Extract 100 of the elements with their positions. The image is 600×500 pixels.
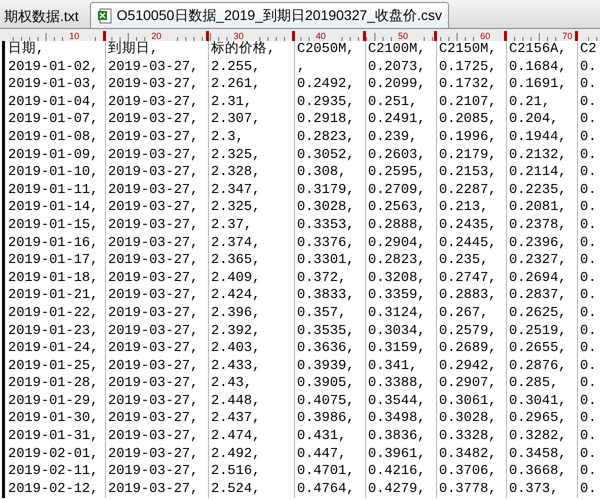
table-cell: 2019-03-27, [108,234,198,252]
table-cell: 0. [580,252,596,270]
table-cell: 0.4279, [368,480,426,498]
file-tab[interactable]: 期权数据.txt [0,4,86,28]
table-cell: 0.2579, [439,322,496,340]
table-cell: 2.433, [211,358,260,376]
table-cell: 0.2107, [439,94,496,112]
table-cell: 0. [580,428,596,446]
table-cell: 0. [580,146,596,164]
table-cell: 0.4701, [297,463,354,481]
table-cell: 0.2876, [509,358,566,376]
table-cell: 2.492, [211,446,260,464]
ruler-number: 50 [398,31,408,41]
table-cell: 2.307, [211,111,260,129]
ruler-number: 20 [151,31,162,41]
table-cell: 0.3282, [509,428,566,446]
table-cell: 2019-03-27, [108,182,198,200]
table-cell: 0.204, [509,111,558,129]
table-cell: 2019-03-27, [108,375,198,393]
table-cell: 0.267, [439,304,488,322]
table-cell: 0.2445, [439,234,496,252]
ruler-number: 10 [69,31,80,41]
table-cell: 2.409, [211,270,260,288]
table-cell: 2019-01-09, [8,146,98,164]
table-cell: 0.239, [368,128,418,147]
table-cell: 0.2085, [439,111,496,129]
table-cell: 2019-01-08, [8,128,98,147]
table-cell: 2.524, [211,480,260,498]
table-cell: 0.2907, [439,375,496,393]
ruler-number: 60 [480,31,490,41]
table-cell: 0.2435, [439,216,496,235]
table-cell: 2.255, [211,58,260,76]
table-cell: 2.374, [211,234,260,252]
table-cell: 0. [580,58,596,76]
table-cell: 2019-03-27, [108,58,198,76]
table-cell: 2019-01-15, [8,216,98,235]
table-cell: 2019-03-27, [108,340,198,358]
table-cell: 2019-03-27, [108,270,198,288]
table-cell: 0.1725, [439,58,496,76]
table-cell: 0.3034, [368,322,426,340]
table-cell: 0.3535, [297,322,354,340]
table-cell: 2019-03-27, [108,287,198,305]
table-cell: 2.325, [211,146,260,164]
table-cell: 0. [580,480,596,498]
table-cell: 0.285, [509,375,558,393]
table-cell: 0.2709, [368,182,426,200]
table-cell: 0.2904, [368,234,426,252]
table-cell: 0. [580,111,596,129]
table-cell: 0.2378, [509,216,566,235]
table-cell: 0.2935, [297,94,354,112]
table-cell: 0.2823, [368,252,426,270]
table-cell: 0. [580,304,596,322]
table-cell: 0. [580,164,596,182]
table-cell: 0.2625, [509,304,566,322]
table-cell: 2019-01-14, [8,199,98,217]
table-cell: 0.1996, [439,128,496,147]
table-cell: 0.1732, [439,76,496,94]
table-cell: 2019-01-17, [8,252,98,270]
column-header: C2050M, [297,41,354,59]
table-cell: 0.3905, [297,375,354,393]
column-header: C2156A, [509,41,566,59]
table-cell: 0.2073, [368,58,426,76]
table-cell: 2019-03-27, [108,480,198,498]
table-cell: 2019-01-03, [8,76,98,94]
table-cell: , [297,58,306,76]
table-cell: 2.424, [211,287,260,305]
table-cell: 0.3052, [297,146,354,164]
ruler-number: 40 [316,31,326,41]
table-cell: 2019-01-04, [8,94,98,112]
table-cell: 2019-03-27, [108,322,198,340]
table-cell: 0. [580,340,596,358]
table-cell: 2019-01-02, [8,58,98,76]
table-cell: 2019-02-11, [8,463,98,481]
table-cell: 0. [580,199,596,217]
table-cell: 0. [580,94,596,112]
table-cell: 2.448, [211,392,260,410]
table-cell: 0. [580,128,596,147]
table-cell: 2019-02-01, [8,446,98,464]
table-cell: 0.3041, [509,392,566,410]
table-cell: 2019-03-27, [108,463,198,481]
table-cell: 0.447, [297,446,346,464]
table-cell: 0.3986, [297,410,354,428]
table-cell: 2019-03-27, [108,252,198,270]
table-cell: 2.437, [211,410,260,428]
table-cell: 2.403, [211,340,260,358]
table-cell: 0.2563, [368,199,426,217]
table-cell: 0.235, [439,252,488,270]
table-cell: 0.3498, [368,410,426,428]
table-cell: 2019-03-27, [108,446,198,464]
table-cell: 0.1944, [509,128,566,147]
table-cell: 0.4216, [368,463,426,481]
table-cell: 2.347, [211,182,260,200]
column-header: 日期, [8,41,44,59]
table-cell: 2019-03-27, [108,216,198,235]
table-cell: 0.372, [297,270,346,288]
table-cell: 0.2099, [368,76,426,94]
table-cell: 0.2689, [439,340,496,358]
table-cell: 2019-01-10, [8,164,98,182]
file-tab[interactable]: O510050日数据_2019_到期日20190327_收盘价.csv [90,2,449,28]
table-cell: 0.4075, [297,392,354,410]
